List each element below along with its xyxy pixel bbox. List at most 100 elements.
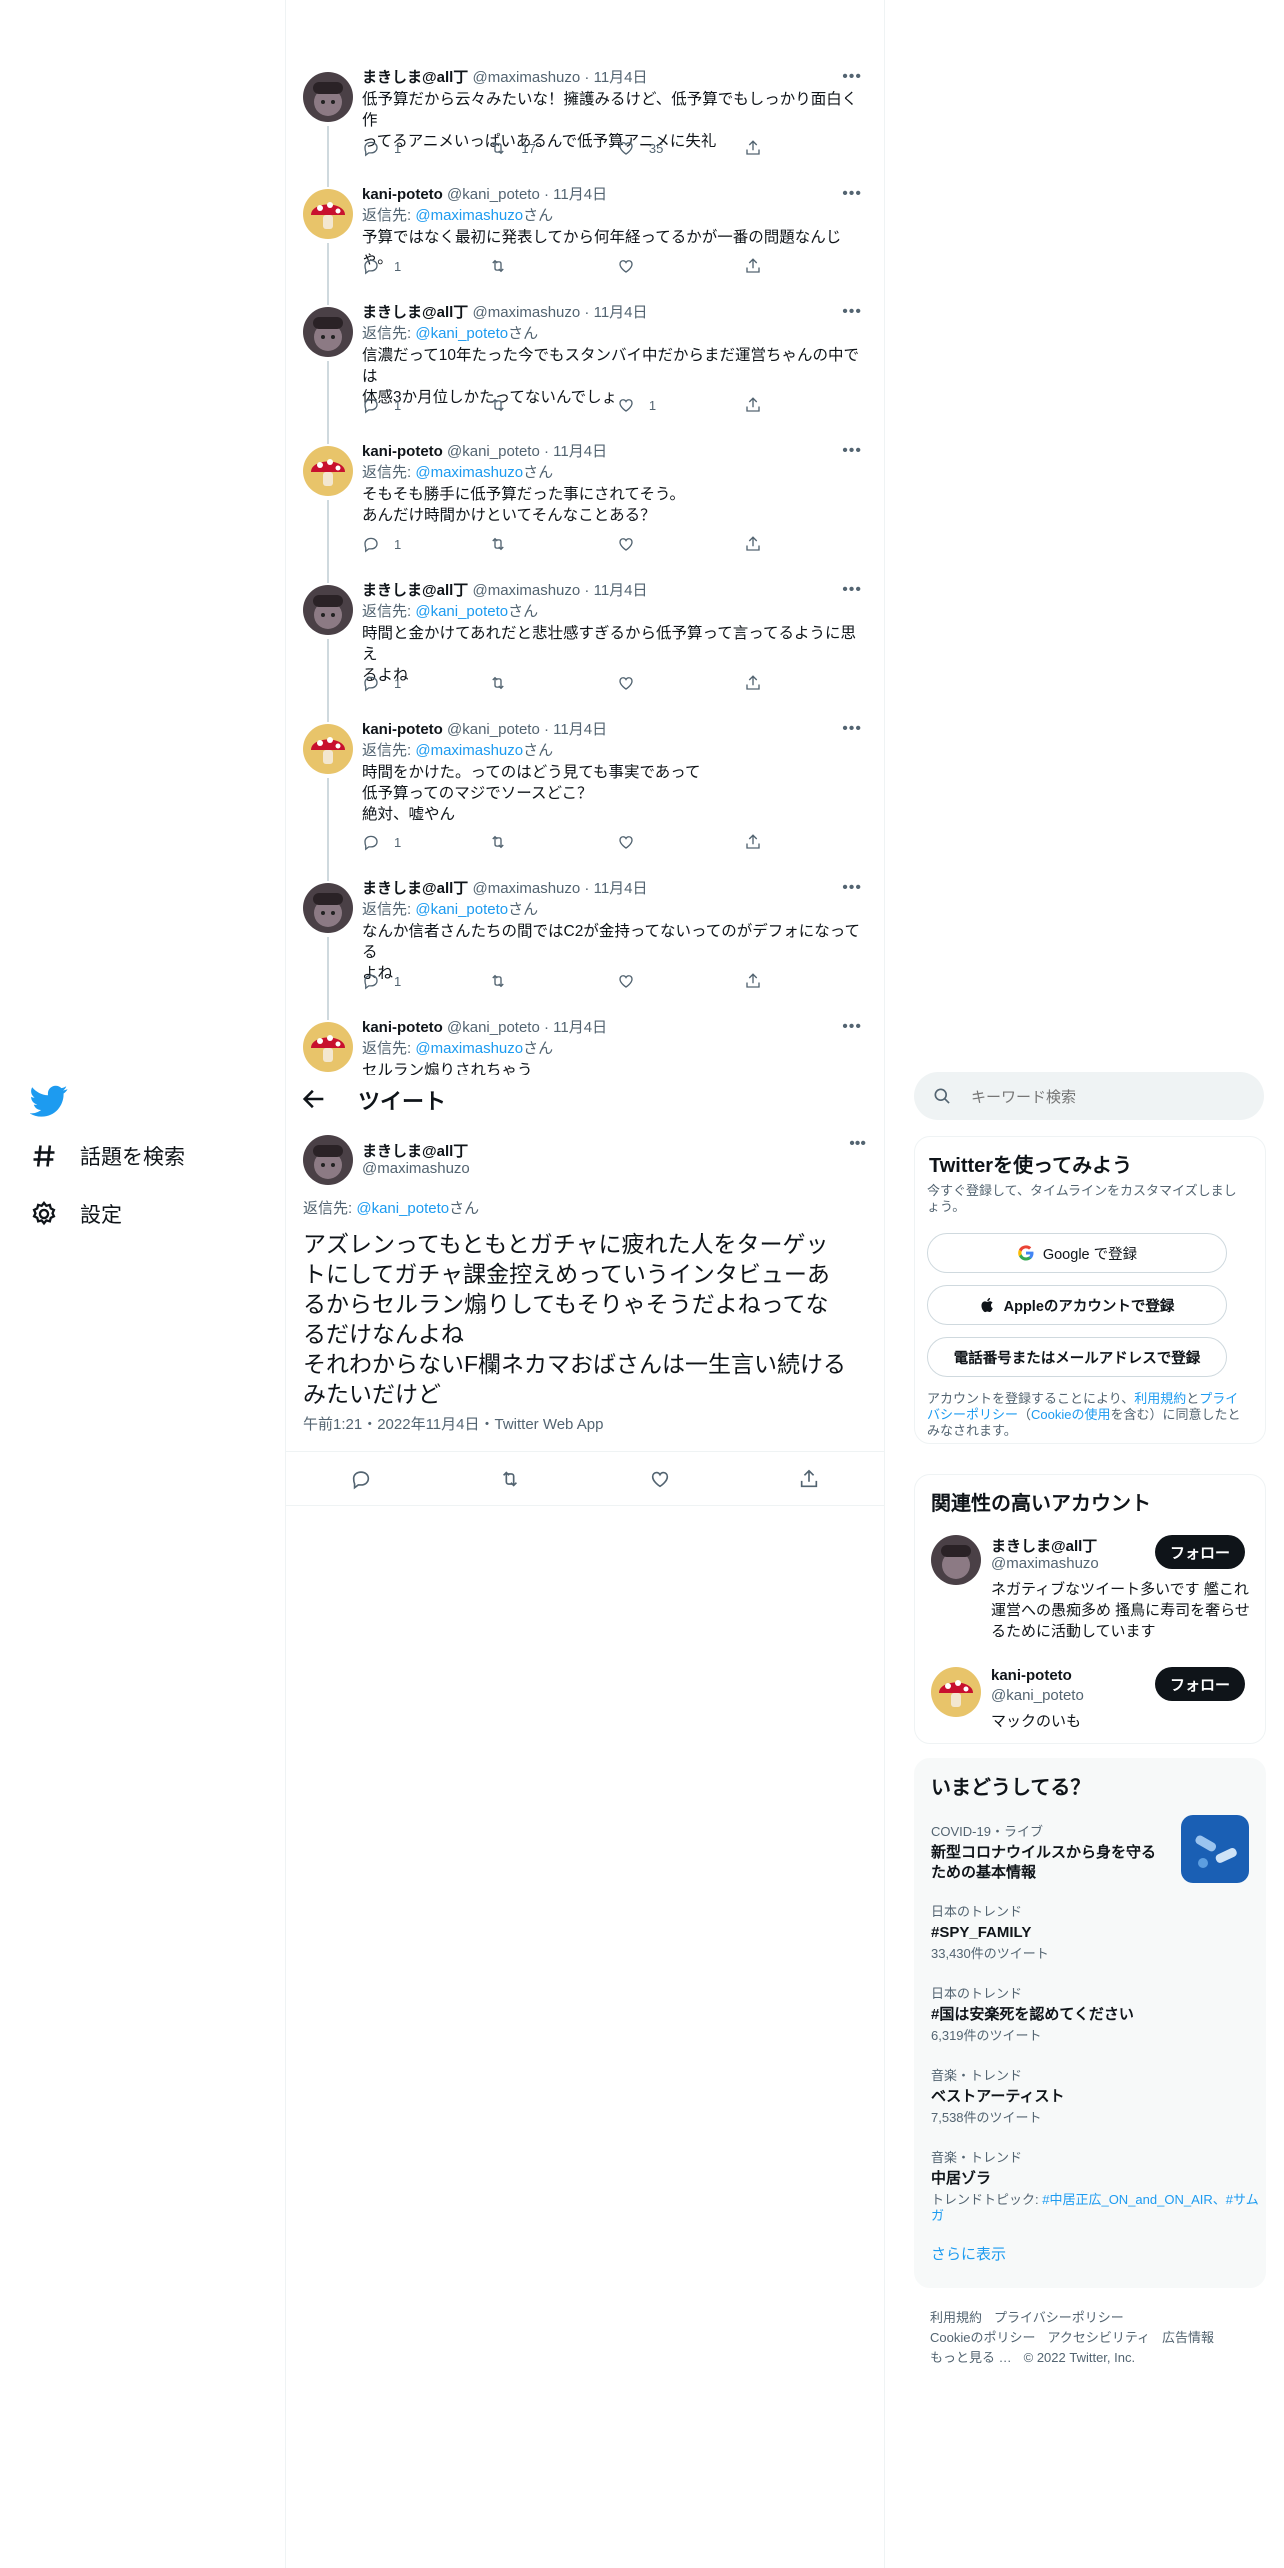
more-options-icon[interactable]: •••: [842, 185, 862, 203]
tweet-time[interactable]: 11月4日: [553, 1019, 607, 1036]
reply-button[interactable]: 1: [362, 394, 489, 416]
like-button[interactable]: [617, 672, 744, 694]
avatar[interactable]: [303, 307, 353, 357]
thread-tweet[interactable]: kani-poteto @kani_poteto · 11月4日 ••• 返信先: …: [286, 704, 884, 863]
trend-item[interactable]: 音楽・トレンド ベストアーティスト 7,538件のツイート: [931, 2065, 1261, 2126]
author-handle[interactable]: @kani_poteto: [447, 1019, 540, 1036]
share-button[interactable]: [744, 970, 782, 992]
apple-signup-button[interactable]: Appleのアカウントで登録: [927, 1285, 1227, 1325]
more-options-icon[interactable]: •••: [842, 879, 862, 897]
tweet-timestamp[interactable]: 午前1:21・2022年11月4日・Twitter Web App: [303, 1413, 603, 1434]
reply-button[interactable]: 1: [362, 831, 489, 853]
reply-to-link[interactable]: @kani_poteto: [415, 325, 508, 342]
author-handle[interactable]: @kani_poteto: [447, 443, 540, 460]
reply-button[interactable]: 1: [362, 672, 489, 694]
like-button[interactable]: [617, 533, 744, 555]
author-name[interactable]: kani-poteto: [362, 186, 443, 203]
avatar[interactable]: [931, 1535, 981, 1585]
trend-item[interactable]: 日本のトレンド #SPY_FAMILY 33,430件のツイート: [931, 1901, 1261, 1962]
avatar[interactable]: [303, 1022, 353, 1072]
reply-icon[interactable]: [350, 1468, 372, 1490]
cookie-use-link[interactable]: Cookieの使用: [1031, 1407, 1110, 1422]
retweet-button[interactable]: [489, 394, 616, 416]
author-name[interactable]: kani-poteto: [362, 1019, 443, 1036]
author-handle[interactable]: @maximashuzo: [472, 880, 580, 897]
account-name[interactable]: まきしま@all丁: [991, 1535, 1097, 1556]
tweet-time[interactable]: 11月4日: [553, 186, 607, 203]
tweet-time[interactable]: 11月4日: [594, 304, 648, 321]
footer-link[interactable]: 広告情報: [1162, 2330, 1214, 2345]
reply-button[interactable]: 1: [362, 970, 489, 992]
like-button[interactable]: 1: [617, 394, 744, 416]
more-options-icon[interactable]: •••: [842, 303, 862, 321]
avatar[interactable]: [303, 1135, 353, 1185]
author-handle[interactable]: @maximashuzo: [472, 69, 580, 86]
relevant-account[interactable]: kani-poteto @kani_poteto マックのいも フォロー: [931, 1667, 1261, 1737]
thread-tweet[interactable]: まきしま@all丁 @maximashuzo · 11月4日 ••• 返信先: @k…: [286, 863, 884, 1002]
author-name[interactable]: kani-poteto: [362, 721, 443, 738]
retweet-button[interactable]: [489, 831, 616, 853]
reply-to-link[interactable]: @maximashuzo: [415, 742, 523, 759]
reply-to-link[interactable]: @maximashuzo: [415, 207, 523, 224]
more-options-icon[interactable]: •••: [842, 442, 862, 460]
footer-more-link[interactable]: もっと見る …: [930, 2350, 1012, 2365]
author-handle[interactable]: @kani_poteto: [447, 186, 540, 203]
follow-button[interactable]: フォロー: [1155, 1535, 1245, 1569]
author-name[interactable]: kani-poteto: [362, 443, 443, 460]
retweet-button[interactable]: [489, 970, 616, 992]
like-icon[interactable]: [649, 1468, 671, 1490]
tweet-time[interactable]: 11月4日: [594, 880, 648, 897]
author-name[interactable]: まきしま@all丁: [362, 582, 468, 599]
more-options-icon[interactable]: •••: [842, 581, 862, 599]
retweet-button[interactable]: [489, 672, 616, 694]
like-button[interactable]: [617, 970, 744, 992]
author-handle[interactable]: @kani_poteto: [447, 721, 540, 738]
avatar[interactable]: [303, 189, 353, 239]
retweet-button[interactable]: [489, 533, 616, 555]
share-button[interactable]: [744, 672, 782, 694]
thread-tweet[interactable]: まきしま@all丁 @maximashuzo · 11月4日 ••• 返信先: @k…: [286, 287, 884, 426]
twitter-logo-icon[interactable]: [30, 1082, 68, 1120]
relevant-account[interactable]: まきしま@all丁 @maximashuzo ネガティブなツイート多いです 艦こ…: [931, 1535, 1261, 1640]
share-button[interactable]: [744, 831, 782, 853]
tweet-time[interactable]: 11月4日: [553, 721, 607, 738]
like-button[interactable]: [617, 255, 744, 277]
tweet-time[interactable]: 11月4日: [553, 443, 607, 460]
author-name[interactable]: まきしま@all丁: [362, 880, 468, 897]
footer-link[interactable]: プライバシーポリシー: [994, 2310, 1124, 2325]
footer-link[interactable]: 利用規約: [930, 2310, 982, 2325]
author-handle[interactable]: @maximashuzo: [472, 304, 580, 321]
back-arrow-icon[interactable]: [300, 1085, 328, 1113]
avatar[interactable]: [303, 724, 353, 774]
trend-item[interactable]: 日本のトレンド #国は安楽死を認めてください 6,319件のツイート: [931, 1983, 1261, 2044]
google-signup-button[interactable]: Google で登録: [927, 1233, 1227, 1273]
author-name[interactable]: まきしま@all丁: [362, 69, 468, 86]
thread-tweet[interactable]: kani-poteto @kani_poteto · 11月4日 ••• 返信先: …: [286, 426, 884, 565]
avatar[interactable]: [303, 446, 353, 496]
search-box[interactable]: [914, 1072, 1264, 1122]
more-options-icon[interactable]: •••: [849, 1135, 866, 1153]
thread-tweet[interactable]: まきしま@all丁 @maximashuzo · 11月4日 ••• 低予算だから云…: [286, 52, 884, 169]
reply-to-link[interactable]: @maximashuzo: [415, 1040, 523, 1057]
like-button[interactable]: [617, 831, 744, 853]
footer-link[interactable]: アクセシビリティ: [1047, 2330, 1150, 2345]
author-handle[interactable]: @maximashuzo: [472, 582, 580, 599]
like-button[interactable]: 35: [617, 137, 744, 159]
share-button[interactable]: [744, 533, 782, 555]
reply-to-link[interactable]: @kani_poteto: [415, 603, 508, 620]
reply-button[interactable]: 1: [362, 255, 489, 277]
phone-email-signup-button[interactable]: 電話番号またはメールアドレスで登録: [927, 1337, 1227, 1377]
avatar[interactable]: [303, 72, 353, 122]
author-handle[interactable]: @maximashuzo: [362, 1160, 470, 1177]
trend-item[interactable]: 音楽・トレンド 中居ゾラ トレンドトピック: #中居正広_ON_and_ON_A…: [931, 2147, 1261, 2224]
author-name[interactable]: まきしま@all丁: [362, 1140, 468, 1161]
reply-to-link[interactable]: @maximashuzo: [415, 464, 523, 481]
retweet-button[interactable]: [489, 255, 616, 277]
search-input[interactable]: [969, 1072, 1253, 1122]
share-button[interactable]: [744, 137, 782, 159]
thread-tweet[interactable]: kani-poteto @kani_poteto · 11月4日 ••• 返信先: …: [286, 1002, 884, 1075]
share-button[interactable]: [744, 255, 782, 277]
terms-of-service-link[interactable]: 利用規約: [1134, 1391, 1186, 1406]
more-options-icon[interactable]: •••: [842, 1018, 862, 1036]
nav-explore[interactable]: 話題を検索: [30, 1141, 185, 1171]
